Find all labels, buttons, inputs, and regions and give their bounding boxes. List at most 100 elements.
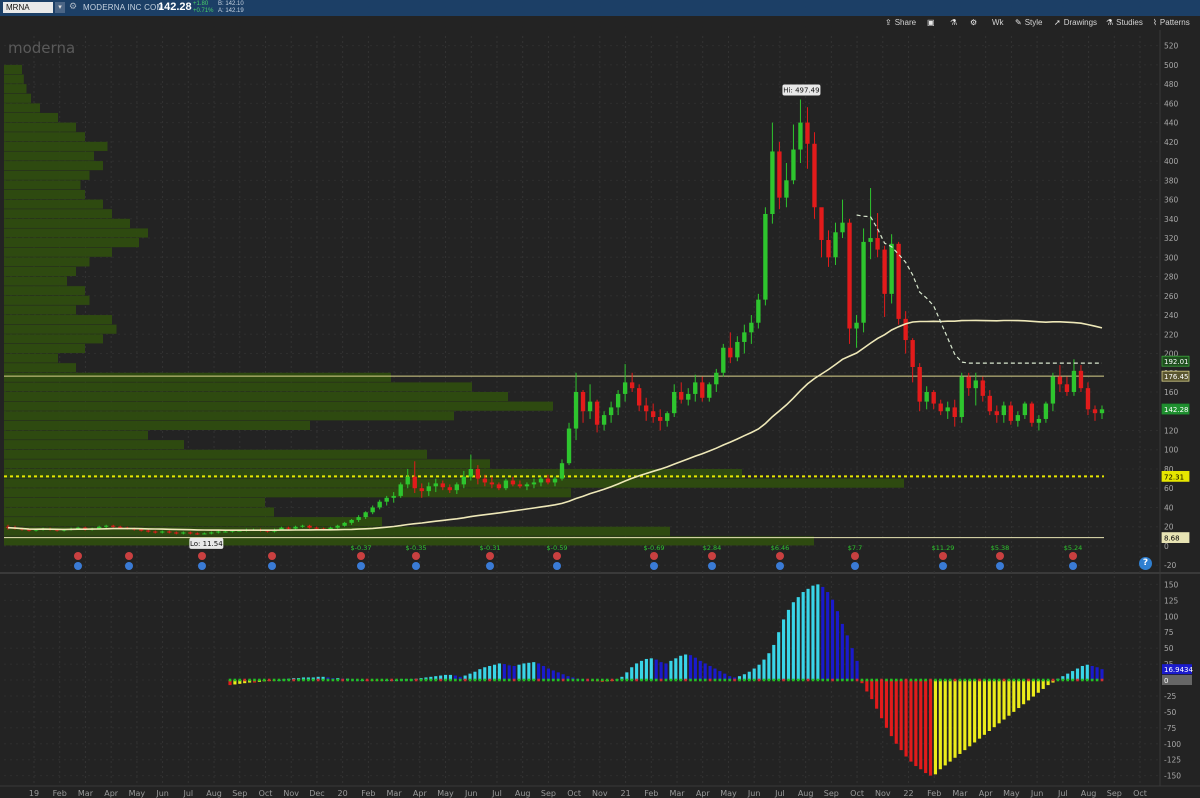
zero-line-dot (983, 678, 986, 682)
dividend-marker-icon (486, 562, 494, 570)
bid-price: B: 142.10 (218, 1, 244, 7)
earnings-label: $2.84 (703, 544, 722, 552)
oscillator-bar (659, 662, 663, 680)
timeframe-button[interactable]: Wk (992, 17, 1004, 29)
oscillator-bar (767, 653, 771, 680)
zero-line-dot (978, 678, 981, 682)
oscillator-bar (894, 680, 898, 744)
zero-line-dot (733, 678, 736, 682)
oscillator-bar (448, 674, 453, 680)
style-button[interactable]: ✎ Style (1015, 17, 1043, 29)
candle-body (118, 526, 123, 528)
candle-body (651, 411, 656, 418)
flask-icon: ⚗ (950, 18, 958, 27)
sigma-icon[interactable]: Σ (1165, 29, 1171, 40)
price-chart[interactable]: 19 Feb Mar Apr May Jun Jul Aug Sep Oct Nov Dec 20 Feb… (0, 0, 1200, 798)
zero-line-dot (601, 678, 604, 682)
zero-line-dot (395, 678, 398, 682)
x-tick-label: 22 (903, 789, 913, 798)
candle-body (784, 180, 789, 198)
zero-line-dot (238, 678, 242, 682)
candle-body (1078, 370, 1084, 389)
x-tick-label: Nov (875, 789, 891, 798)
zero-line-dot (738, 678, 741, 682)
x-tick-label: 21 (620, 789, 630, 798)
oscillator-bar (830, 599, 835, 680)
y-tick-label: 400 (1164, 157, 1179, 166)
candle-body (980, 380, 985, 396)
oscillator-bar (287, 678, 291, 680)
candle-body (658, 417, 663, 421)
oscillator-bar (360, 680, 364, 681)
x-tick-label: Sep (1107, 789, 1122, 798)
candle-body (587, 401, 593, 412)
candle-body (510, 480, 516, 485)
oscillator-bar (1075, 668, 1080, 680)
candle-body (258, 529, 263, 531)
symbol-settings-icon[interactable]: ⚙ (69, 2, 77, 13)
oscillator-bar (502, 664, 506, 680)
zero-line-dot (556, 678, 560, 682)
oscillator-bar (742, 674, 746, 680)
ask-price: A: 142.19 (218, 8, 244, 14)
zero-line-dot (831, 678, 834, 682)
studies-button[interactable]: ⚗ Studies (1106, 17, 1143, 29)
candle-body (132, 528, 137, 530)
zero-line-dot (650, 678, 653, 682)
y-tick-label: 80 (1164, 465, 1174, 474)
oscillator-bar (404, 679, 408, 681)
oscillator-bar (586, 680, 590, 681)
oscillator-bar (297, 678, 301, 680)
oscillator-bar (581, 679, 585, 681)
settings-button[interactable]: ⚙ (970, 17, 980, 29)
candle-body (945, 407, 950, 412)
candle-body (1099, 409, 1105, 414)
candle-body (545, 478, 551, 483)
patterns-button[interactable]: ⌇ Patterns (1153, 17, 1190, 29)
help-icon[interactable]: ? (1139, 557, 1152, 570)
camera-button[interactable]: ▣ (927, 17, 938, 29)
flask-button[interactable]: ⚗ (950, 17, 960, 29)
zero-line-dot (684, 678, 687, 682)
oscillator-bar (522, 663, 526, 680)
oscillator-bar (718, 671, 722, 680)
oscillator-bar (914, 680, 918, 767)
x-tick-label: 20 (338, 789, 348, 798)
zero-line-dot (473, 678, 477, 682)
oscillator-bar (590, 680, 595, 681)
gear-icon: ⚙ (970, 18, 978, 27)
osc-badge-label: 16.9434 (1164, 666, 1193, 674)
oscillator-bar (527, 662, 531, 680)
volume-profile-bar (4, 218, 130, 228)
zero-line-dot (1071, 678, 1074, 682)
drawings-button[interactable]: ➚ Drawings (1054, 17, 1097, 29)
volume-profile-bar (4, 468, 742, 479)
oscillator-bar (664, 663, 668, 680)
zero-line-dot (826, 678, 829, 682)
candle-body (89, 528, 95, 530)
volume-profile-bar (4, 488, 571, 498)
oscillator-bar (816, 584, 820, 680)
change-percent: +0.71% (193, 8, 214, 14)
zero-line-dot (483, 678, 487, 682)
osc-tick-label: -125 (1164, 756, 1181, 765)
zero-line-dot (282, 678, 286, 682)
camera-icon: ▣ (927, 18, 935, 27)
oscillator-bar (497, 663, 502, 680)
x-tick-label: Oct (850, 789, 864, 798)
zero-line-dot (1056, 678, 1060, 682)
candle-body (763, 214, 768, 300)
candle-body (96, 526, 102, 529)
oscillator-bar (385, 680, 389, 681)
symbol-input[interactable]: MRNA (3, 2, 53, 13)
candle-body (1057, 376, 1063, 385)
zero-line-dot (1007, 678, 1011, 682)
oscillator-bar (439, 675, 443, 680)
share-button[interactable]: ⇪ Share (885, 17, 916, 29)
candle-body (721, 347, 726, 373)
candle-body (882, 249, 887, 294)
symbol-dropdown-icon[interactable]: ▾ (55, 2, 65, 13)
oscillator-bar (987, 680, 991, 731)
candle-body (1029, 403, 1035, 423)
x-tick-label: Apr (104, 789, 119, 798)
